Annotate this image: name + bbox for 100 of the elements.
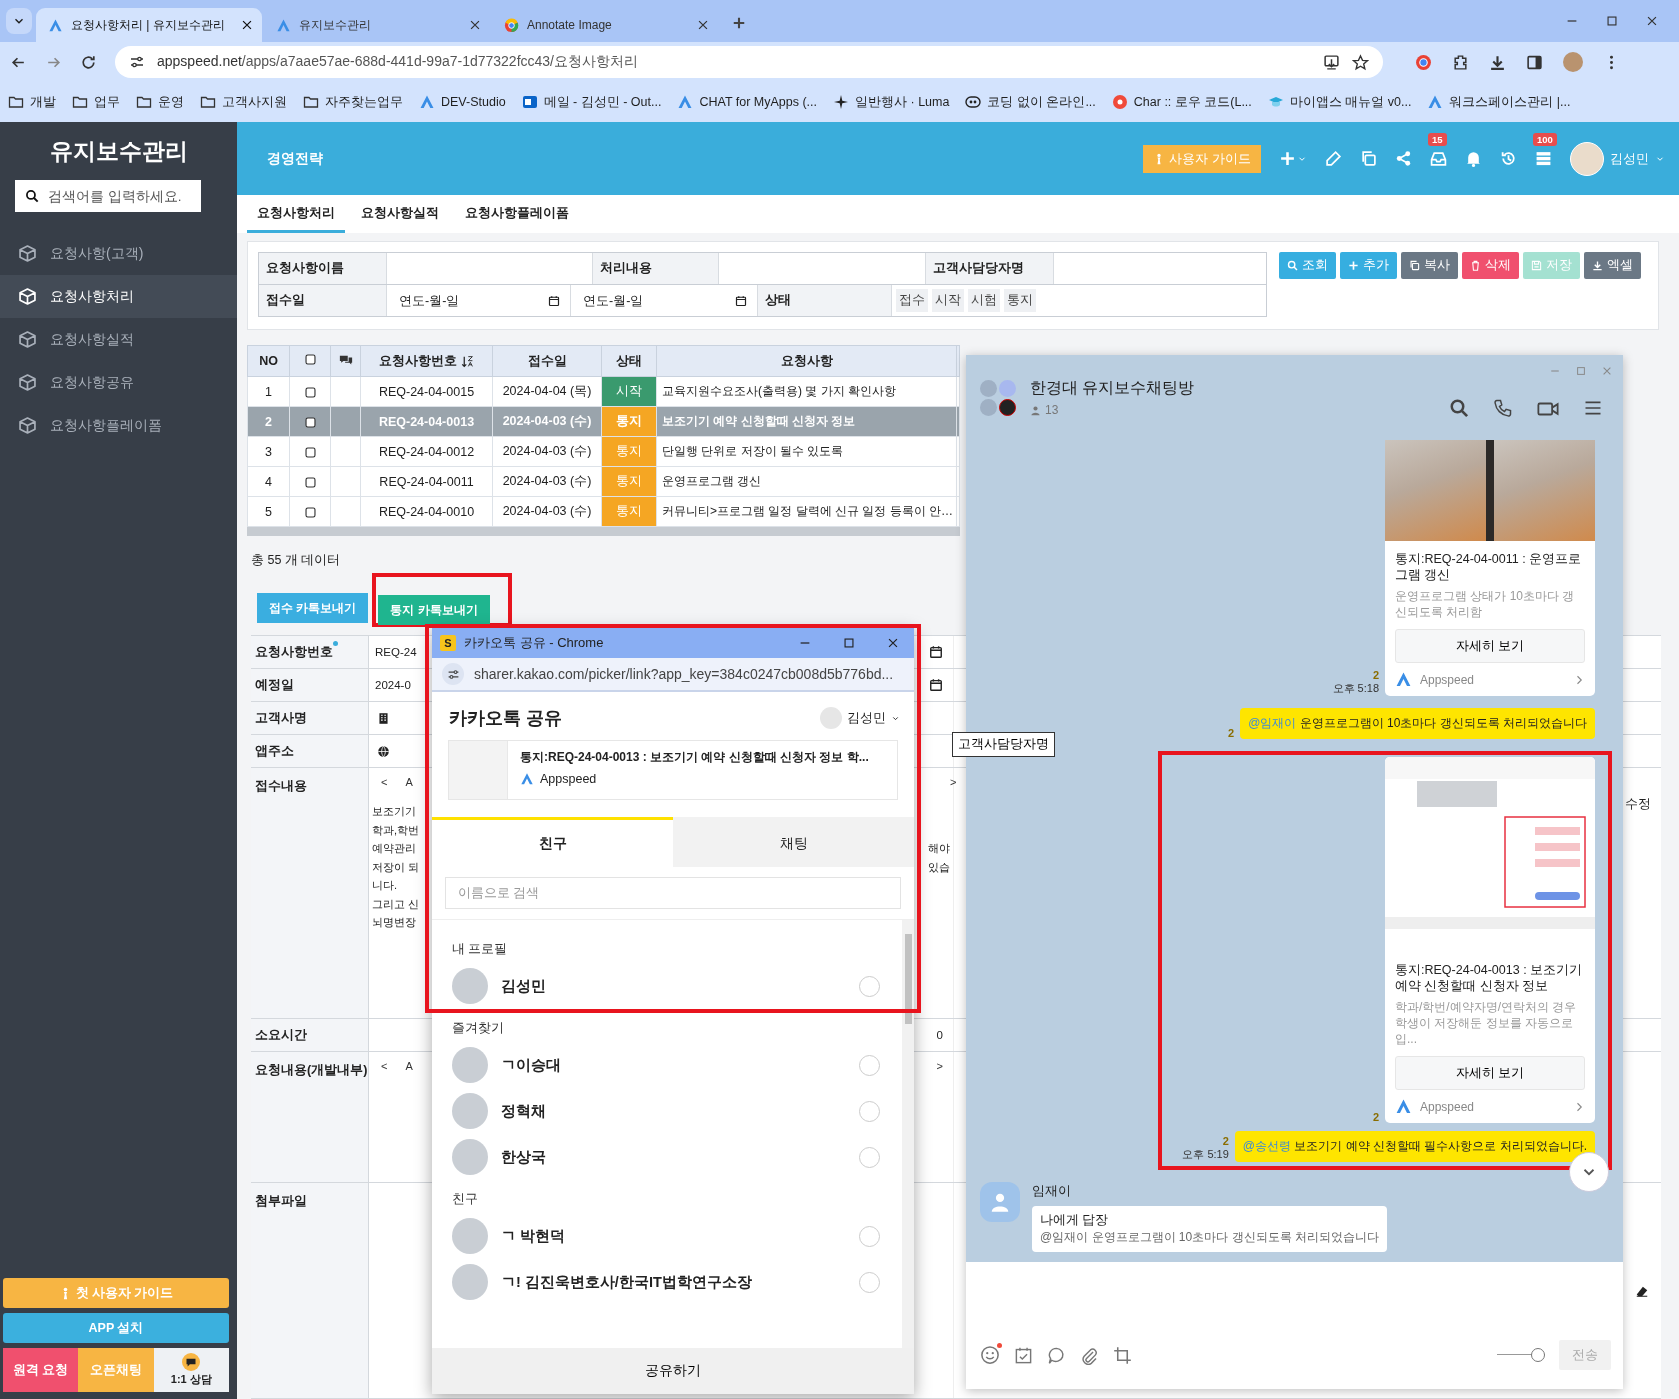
tab[interactable]: 채팅 xyxy=(673,817,914,867)
add-menu-button[interactable] xyxy=(1279,150,1307,167)
slider-thumb[interactable] xyxy=(1531,1348,1545,1362)
maximize-icon[interactable] xyxy=(842,636,856,650)
bookmark[interactable]: 개발 xyxy=(8,93,56,111)
toolbar-button[interactable]: A xyxy=(405,1060,413,1072)
friend-name[interactable]: 정혁채 xyxy=(501,1101,846,1121)
copy-icon[interactable] xyxy=(1360,150,1377,167)
browser-tab[interactable]: 요청사항처리 | 유지보수관리 xyxy=(36,8,262,42)
crop-icon[interactable] xyxy=(1113,1345,1132,1365)
calendar-icon[interactable] xyxy=(929,645,943,659)
reload-icon[interactable] xyxy=(80,53,97,71)
sidebar-item[interactable]: 요청사항플레이폼 xyxy=(0,404,237,447)
close-icon[interactable] xyxy=(468,18,482,32)
bookmark[interactable]: 워크스페이스관리 |... xyxy=(1427,93,1571,111)
bookmark[interactable]: 코딩 없이 온라인... xyxy=(965,93,1096,111)
checkbox[interactable] xyxy=(303,505,317,519)
list-icon[interactable] xyxy=(1535,150,1552,167)
site-settings-icon[interactable] xyxy=(446,667,460,681)
table-row[interactable]: 4 REQ-24-04-0011 2024-04-03 (수) 통지 운영프로그램 갱신 xyxy=(247,466,960,497)
bookmark[interactable]: DEV-Studio xyxy=(419,94,506,110)
speech-bubble-icon[interactable] xyxy=(1047,1345,1066,1365)
scrollbar[interactable] xyxy=(247,527,960,536)
close-icon[interactable] xyxy=(1645,14,1659,28)
slider[interactable] xyxy=(1497,1348,1545,1362)
status-option[interactable]: 시험 xyxy=(968,289,1000,312)
bookmark[interactable]: 일반행사 · Luma xyxy=(833,93,950,111)
column-header[interactable]: 요청사항번호 xyxy=(360,345,493,377)
download-icon[interactable] xyxy=(1489,53,1506,71)
sidebar-button[interactable]: 1:1 상담 xyxy=(153,1348,229,1392)
browser-tab[interactable]: Annotate Image xyxy=(492,8,718,42)
sidebar-item[interactable]: 요청사항공유 xyxy=(0,361,237,404)
site-settings-icon[interactable] xyxy=(129,54,145,70)
table-row[interactable]: 1 REQ-24-04-0015 2024-04-04 (목) 시작 교육지원수요조사(출력용) 몇 가지 확인사항 xyxy=(247,376,960,407)
toolbar-button[interactable]: < xyxy=(381,776,388,788)
share-button[interactable]: 공유하기 xyxy=(432,1348,914,1394)
address-bar[interactable]: appspeed.net/apps/a7aae57ae-688d-441d-99a7-1d77322fcc43/요청사항처리 xyxy=(115,46,1383,78)
action-button[interactable]: 엑셀 xyxy=(1584,252,1641,279)
install-icon[interactable] xyxy=(1323,53,1340,71)
checkbox[interactable] xyxy=(303,415,317,429)
details-button[interactable]: 자세히 보기 xyxy=(1395,1056,1585,1090)
bookmark[interactable]: 운영 xyxy=(136,93,184,111)
bookmark-star-icon[interactable] xyxy=(1352,53,1369,71)
bookmark[interactable]: 메일 - 김성민 - Out... xyxy=(521,93,662,111)
tab-list-button[interactable] xyxy=(6,8,32,34)
bookmark[interactable]: Char :: 로우 코드(L... xyxy=(1111,93,1252,111)
table-row[interactable]: 5 REQ-24-04-0010 2024-04-03 (수) 통지 커뮤니티>프로그램 일정 달력에 신규 일정 등록이 안… xyxy=(247,496,960,527)
toolbar-button[interactable]: > xyxy=(936,1060,943,1072)
new-tab-icon[interactable] xyxy=(732,16,746,30)
calendar-icon[interactable] xyxy=(929,678,943,692)
toolbar-button[interactable]: A xyxy=(405,776,413,788)
emoji-icon[interactable] xyxy=(980,1345,1000,1365)
details-button[interactable]: 자세히 보기 xyxy=(1395,629,1585,663)
search-icon[interactable] xyxy=(1449,397,1469,418)
account-switcher[interactable]: 김성민 xyxy=(820,707,900,729)
status-option[interactable]: 통지 xyxy=(1004,289,1036,312)
inbox-icon[interactable] xyxy=(1430,150,1447,167)
status-option[interactable]: 시작 xyxy=(932,289,964,312)
colorful-circle-icon[interactable] xyxy=(1415,53,1432,71)
calendar-check-icon[interactable] xyxy=(1014,1345,1033,1365)
sidebar-item[interactable]: 요청사항실적 xyxy=(0,318,237,361)
maximize-icon[interactable] xyxy=(1605,14,1619,28)
calendar-icon[interactable] xyxy=(735,294,747,307)
scroll-down-button[interactable] xyxy=(1569,1152,1609,1192)
search-field[interactable]: 이름으로 검색 xyxy=(445,877,901,909)
friend-name[interactable]: 한상국 xyxy=(501,1147,846,1167)
tab[interactable]: 친구 xyxy=(432,817,673,867)
bell-icon[interactable] xyxy=(1465,150,1482,167)
status-option[interactable]: 접수 xyxy=(896,289,928,312)
side-panel-icon[interactable] xyxy=(1526,53,1543,71)
share-icon[interactable] xyxy=(1395,150,1412,167)
edit-icon[interactable] xyxy=(1325,150,1342,167)
action-button[interactable]: 복사 xyxy=(1401,252,1458,279)
tab[interactable]: 요청사항실적 xyxy=(351,205,449,233)
select-all-checkbox[interactable] xyxy=(303,353,317,366)
checkbox[interactable] xyxy=(303,445,317,459)
close-icon[interactable] xyxy=(696,18,710,32)
bookmark[interactable]: 마이앱스 매뉴얼 v0... xyxy=(1267,93,1412,111)
puzzle-icon[interactable] xyxy=(1452,53,1469,71)
tab[interactable]: 요청사항플레이폼 xyxy=(455,205,579,233)
tab[interactable]: 요청사항처리 xyxy=(247,205,345,233)
history-icon[interactable] xyxy=(1500,150,1517,167)
friend-name[interactable]: ㄱ! 김진욱변호사/한국IT법학연구소장 xyxy=(501,1272,846,1292)
browser-tab[interactable]: 유지보수관리 xyxy=(264,8,490,42)
friend-name[interactable]: ㄱ 박현덕 xyxy=(501,1226,846,1246)
close-icon[interactable] xyxy=(240,18,254,32)
bookmark[interactable]: 업무 xyxy=(72,93,120,111)
phone-icon[interactable] xyxy=(1493,397,1513,418)
checkbox[interactable] xyxy=(303,385,317,399)
sidebar-item[interactable]: 요청사항처리 xyxy=(0,275,237,318)
address-bar[interactable]: sharer.kakao.com/picker/link?app_key=384c0247cb008d5b776bd... xyxy=(432,658,914,692)
sidebar-item[interactable]: 요청사항(고객) xyxy=(0,232,237,275)
close-icon[interactable] xyxy=(886,636,900,650)
scrollbar[interactable] xyxy=(902,920,914,1348)
toolbar-button[interactable]: > xyxy=(950,776,957,788)
search-field[interactable]: 검색어를 입력하세요. xyxy=(15,180,201,212)
paperclip-icon[interactable] xyxy=(1080,1345,1099,1365)
bookmark[interactable]: 자주찾는업무 xyxy=(303,93,403,111)
calendar-icon[interactable] xyxy=(548,294,560,307)
friend-name[interactable]: 김성민 xyxy=(501,976,846,996)
